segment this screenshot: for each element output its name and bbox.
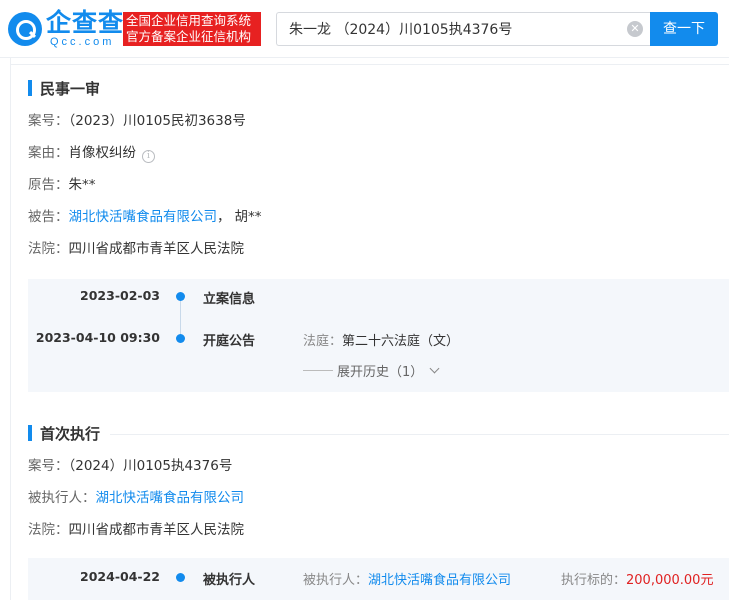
case-number-value: （2024）川0105执4376号 bbox=[68, 458, 233, 474]
section-title: 民事一审 bbox=[40, 79, 101, 98]
exec-case-number-row: 案号：（2024）川0105执4376号 bbox=[28, 456, 232, 476]
info-icon[interactable]: i bbox=[142, 150, 155, 163]
clear-icon[interactable]: ✕ bbox=[627, 21, 643, 37]
case-number-label: 案号： bbox=[28, 458, 69, 474]
timeline-event: 立案信息 bbox=[203, 292, 256, 307]
slogan-line-2: 官方备案企业征信机构 bbox=[126, 29, 252, 44]
defendant-label: 被告： bbox=[28, 209, 69, 225]
amount-label: 执行标的： bbox=[561, 573, 627, 588]
expand-history-button[interactable]: 展开历史（1） bbox=[303, 361, 440, 380]
timeline-dot bbox=[176, 334, 185, 343]
search-button[interactable]: 查一下 bbox=[650, 12, 718, 46]
cause-row: 案由：肖像权纠纷 i bbox=[28, 143, 155, 163]
execution-amount: 执行标的：200,000.00元 bbox=[561, 569, 713, 588]
trial-timeline: 2023-02-03 立案信息 2023-04-10 09:30 开庭公告 法庭… bbox=[28, 279, 729, 392]
defendant-person: 胡** bbox=[234, 209, 262, 225]
logo-domain: Qcc.com bbox=[50, 36, 115, 48]
section-title: 首次执行 bbox=[40, 424, 101, 443]
court-label: 法院： bbox=[28, 241, 69, 257]
expand-dash bbox=[303, 370, 333, 371]
executed-label: 被执行人： bbox=[303, 573, 369, 588]
chevron-down-icon bbox=[429, 363, 440, 374]
court-label: 法院： bbox=[28, 522, 69, 538]
cause-value: 肖像权纠纷 bbox=[68, 145, 137, 161]
search-input[interactable] bbox=[277, 13, 617, 45]
plaintiff-row: 原告：朱** bbox=[28, 175, 96, 195]
courtroom-label: 法庭： bbox=[303, 334, 343, 349]
case-number-row: 案号：（2023）川0105民初3638号 bbox=[28, 111, 246, 131]
timeline-connector bbox=[180, 297, 181, 337]
defendant-separator: ， bbox=[217, 209, 231, 225]
executed-company-link[interactable]: 湖北快活嘴食品有限公司 bbox=[368, 573, 511, 588]
court-row: 法院：四川省成都市青羊区人民法院 bbox=[28, 239, 244, 259]
qcc-logo-icon[interactable] bbox=[8, 12, 42, 46]
court-value: 四川省成都市青羊区人民法院 bbox=[68, 522, 245, 538]
cause-label: 案由： bbox=[28, 145, 69, 161]
content-frame-top bbox=[10, 64, 729, 65]
amount-value: 200,000.00元 bbox=[626, 573, 714, 588]
court-value: 四川省成都市青羊区人民法院 bbox=[68, 241, 245, 257]
section-execution-header: 首次执行 bbox=[28, 423, 100, 443]
defendant-company-link[interactable]: 湖北快活嘴食品有限公司 bbox=[69, 209, 218, 225]
section-marker bbox=[28, 80, 32, 96]
section-first-trial-header: 民事一审 bbox=[28, 78, 100, 98]
exec-court-row: 法院：四川省成都市青羊区人民法院 bbox=[28, 520, 244, 540]
plaintiff-label: 原告： bbox=[28, 177, 69, 193]
timeline-event: 被执行人 bbox=[203, 573, 256, 588]
timeline-date: 2023-02-03 bbox=[80, 288, 160, 303]
case-number-label: 案号： bbox=[28, 113, 69, 129]
execution-timeline: 2024-04-22 被执行人 被执行人：湖北快活嘴食品有限公司 执行标的：20… bbox=[28, 558, 729, 600]
timeline-event: 开庭公告 bbox=[203, 334, 256, 349]
timeline-dot bbox=[176, 292, 185, 301]
executed-party-row: 被执行人：湖北快活嘴食品有限公司 bbox=[28, 488, 244, 508]
executed-company-link[interactable]: 湖北快活嘴食品有限公司 bbox=[96, 490, 245, 506]
search-box: ✕ bbox=[276, 12, 650, 46]
courtroom-value: 第二十六法庭（文） bbox=[342, 334, 460, 349]
timeline-dot bbox=[176, 573, 185, 582]
defendant-row: 被告：湖北快活嘴食品有限公司， 胡** bbox=[28, 207, 262, 227]
expand-history-label: 展开历史（1） bbox=[337, 365, 424, 380]
logo-text[interactable]: 企查查 bbox=[46, 9, 124, 37]
hearing-detail: 法庭：第二十六法庭（文） bbox=[303, 330, 459, 349]
top-header: 企查查 Qcc.com 全国企业信用查询系统 官方备案企业征信机构 ✕ 查一下 bbox=[0, 0, 729, 58]
slogan-line-1: 全国企业信用查询系统 bbox=[126, 13, 252, 28]
timeline-date: 2023-04-10 09:30 bbox=[35, 330, 160, 345]
content-frame-border bbox=[10, 58, 11, 600]
plaintiff-value: 朱** bbox=[68, 177, 96, 193]
section-divider bbox=[110, 434, 729, 435]
executed-party-label: 被执行人： bbox=[28, 490, 96, 506]
case-number-value: （2023）川0105民初3638号 bbox=[68, 113, 246, 129]
section-marker bbox=[28, 425, 32, 441]
slogan-badge: 全国企业信用查询系统 官方备案企业征信机构 bbox=[123, 12, 261, 46]
executed-detail: 被执行人：湖北快活嘴食品有限公司 bbox=[303, 569, 511, 588]
timeline-date: 2024-04-22 bbox=[80, 569, 160, 584]
